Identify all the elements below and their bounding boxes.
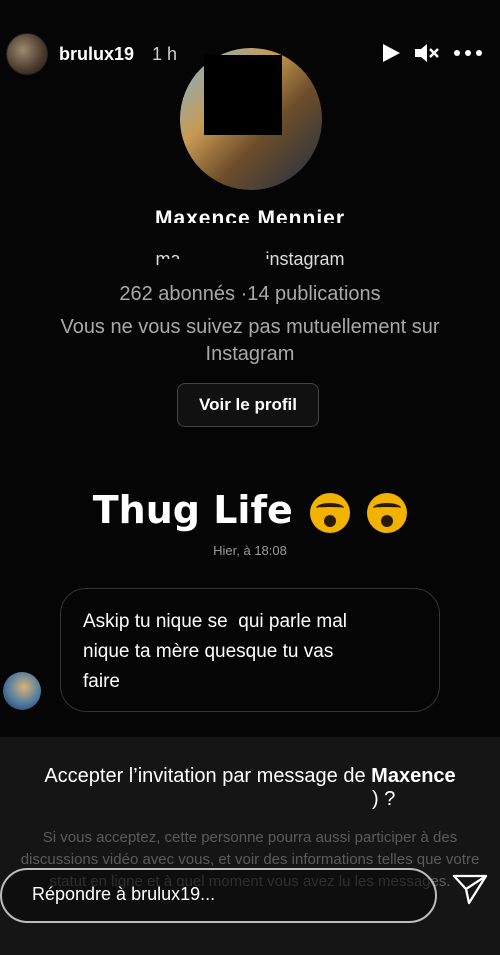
accept-title-prefix: Accepter l’invitation par message de bbox=[44, 765, 372, 787]
story-author-avatar[interactable] bbox=[6, 33, 48, 75]
thug-life-label: Thug Life bbox=[92, 488, 293, 532]
message-timestamp: Hier, à 18:08 bbox=[213, 543, 287, 558]
accept-request-title: Accepter l’invitation par message de Max… bbox=[0, 762, 500, 790]
play-icon[interactable] bbox=[380, 42, 402, 68]
screaming-face-icon bbox=[310, 492, 350, 533]
profile-display-name: Maxence Mennier bbox=[154, 207, 346, 223]
name-redaction bbox=[112, 790, 360, 808]
accept-title-name: Maxence bbox=[371, 765, 456, 787]
message-line: Askip tu nique se qui parle mal bbox=[83, 611, 348, 632]
view-profile-button[interactable]: Voir le profil bbox=[177, 383, 319, 427]
mutual-follow-note: Vous ne vous suivez pas mutuellement sur… bbox=[60, 316, 440, 365]
sender-avatar bbox=[3, 672, 41, 710]
story-username[interactable]: brulux19 bbox=[59, 44, 134, 65]
message-line: nique ta mère quesque tu vas bbox=[83, 641, 334, 662]
mute-icon[interactable] bbox=[414, 42, 440, 68]
screaming-face-icon bbox=[367, 492, 408, 533]
message-line: faire bbox=[83, 671, 120, 692]
thug-life-text: Thug Life bbox=[0, 488, 500, 533]
handle-redaction bbox=[160, 259, 270, 267]
message-bubble[interactable]: Askip tu nique se qui parle mal nique ta… bbox=[60, 588, 440, 712]
reply-placeholder[interactable]: Répondre à brulux19... bbox=[32, 884, 215, 905]
accept-title-suffix: ) ? bbox=[372, 788, 396, 810]
profile-stats: 262 abonnés ·14 publications bbox=[119, 283, 381, 305]
more-icon[interactable] bbox=[452, 42, 484, 68]
censor-box bbox=[204, 55, 282, 135]
send-icon[interactable] bbox=[452, 873, 488, 905]
story-time: 1 h bbox=[152, 44, 178, 64]
